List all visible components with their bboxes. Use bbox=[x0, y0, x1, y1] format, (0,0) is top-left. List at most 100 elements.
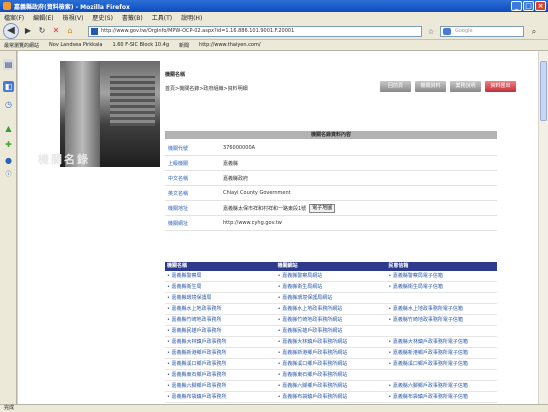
url-text: http://www.gov.tw/OrgInfo/MPW-OCP-02.asp… bbox=[101, 28, 295, 34]
menu-file[interactable]: 檔案(F) bbox=[4, 13, 24, 22]
stop-icon[interactable]: ✕ bbox=[50, 25, 62, 37]
agency-website-link[interactable]: • 嘉義縣新港鄉戶政事務所網站 bbox=[276, 348, 387, 358]
banner-window bbox=[110, 76, 155, 126]
addon-icon[interactable]: ✚ bbox=[3, 139, 14, 150]
bookmark-item[interactable]: Nov Landsea Pirkkala bbox=[49, 42, 102, 48]
mailbox-link[interactable]: • 嘉義縣大林鎮戶政事務所電子信箱 bbox=[386, 337, 497, 347]
info-row: 機關地址 嘉義縣太保市祥和村祥和一路東段1號 電子地圖 bbox=[165, 201, 497, 216]
url-input[interactable]: http://www.gov.tw/OrgInfo/MPW-OCP-02.asp… bbox=[88, 26, 422, 37]
mailbox-link[interactable]: • 嘉義縣警察局電子信箱 bbox=[386, 271, 497, 281]
website-link[interactable]: http://www.cyhg.gov.tw bbox=[223, 220, 282, 226]
agency-name-link[interactable]: • 嘉義縣溪口鄉戶政事務所 bbox=[165, 359, 276, 369]
agency-website-link[interactable]: • 嘉義縣大林鎮戶政事務所網站 bbox=[276, 337, 387, 347]
links-body: • 嘉義縣警察局 • 嘉義縣警察局網站 • 嘉義縣警察局電子信箱 • 嘉義縣衛生局 • … bbox=[165, 271, 497, 404]
banner-logo: 機關名錄 bbox=[38, 153, 90, 166]
bookmarks-panel-icon[interactable]: ◧ bbox=[3, 81, 14, 92]
table-row: • 嘉義縣大林鎮戶政事務所 • 嘉義縣大林鎮戶政事務所網站 • 嘉義縣大林鎮戶政事務… bbox=[165, 337, 497, 348]
agency-name-link[interactable]: • 嘉義縣布袋鎮戶政事務所 bbox=[165, 392, 276, 402]
table-row: • 嘉義縣新港鄉戶政事務所 • 嘉義縣新港鄉戶政事務所網站 • 嘉義縣新港鄉戶政事務… bbox=[165, 348, 497, 359]
minimize-button[interactable]: _ bbox=[511, 1, 522, 11]
agency-name-link[interactable]: • 嘉義縣六腳鄉戶政事務所 bbox=[165, 381, 276, 391]
bookmark-item[interactable]: http://www.thaiyen.com/ bbox=[199, 42, 260, 48]
info-label: 上級機關 bbox=[168, 160, 189, 167]
agency-name-link[interactable]: • 嘉義縣新港鄉戶政事務所 bbox=[165, 348, 276, 358]
menu-edit[interactable]: 編輯(E) bbox=[33, 13, 53, 22]
menu-history[interactable]: 歷史(S) bbox=[92, 13, 113, 22]
agency-name-link[interactable]: • 嘉義縣環境保護局 bbox=[165, 293, 276, 303]
forward-button[interactable]: ▶ bbox=[22, 25, 34, 37]
map-button[interactable]: 電子地圖 bbox=[309, 203, 336, 213]
links-header: 機關名稱 機關網站 民意信箱 bbox=[165, 262, 497, 271]
bookmark-star-icon[interactable]: ☆ bbox=[425, 26, 437, 38]
agency-website-link[interactable]: • 嘉義縣溪口鄉戶政事務所網站 bbox=[276, 359, 387, 369]
window-title: 嘉義縣政府(資料檢索) - Mozilla Firefox bbox=[14, 3, 130, 11]
agency-website-link[interactable]: • 嘉義縣衛生局網站 bbox=[276, 282, 387, 292]
table-row: • 嘉義縣東石鄉戶政事務所 • 嘉義縣東石鄉戶政事務所網站 bbox=[165, 370, 497, 381]
scrollbar-thumb[interactable] bbox=[540, 61, 547, 121]
globe-icon[interactable]: ● bbox=[3, 155, 14, 166]
status-text: 完成 bbox=[4, 405, 15, 411]
mailbox-link[interactable]: • 嘉義縣六腳鄉戶政事務所電子信箱 bbox=[386, 381, 497, 391]
back-page-button[interactable]: 回前頁 bbox=[380, 81, 411, 92]
info-icon[interactable]: ⓘ bbox=[3, 169, 14, 180]
agency-website-link[interactable]: • 嘉義縣警察局網站 bbox=[276, 271, 387, 281]
agency-website-link[interactable]: • 嘉義縣布袋鎮戶政事務所網站 bbox=[276, 392, 387, 402]
window-controls: _ □ × bbox=[511, 1, 546, 11]
agency-website-link[interactable]: • 嘉義縣東石鄉戶政事務所網站 bbox=[276, 370, 387, 380]
mailbox-link[interactable]: • 嘉義縣竹崎地政事務所電子信箱 bbox=[386, 315, 497, 325]
agency-name-link[interactable]: • 嘉義縣衛生局 bbox=[165, 282, 276, 292]
menu-view[interactable]: 檢視(V) bbox=[63, 13, 84, 22]
agency-website-link[interactable]: • 嘉義縣六腳鄉戶政事務所網站 bbox=[276, 381, 387, 391]
agency-name-link[interactable]: • 嘉義縣民雄戶政事務所 bbox=[165, 326, 276, 336]
bookmark-item[interactable]: 最常瀏覽的網站 bbox=[4, 42, 39, 49]
bookmark-item[interactable]: 新聞 bbox=[179, 42, 189, 49]
home-icon[interactable]: ⌂ bbox=[64, 25, 76, 37]
mailbox-link[interactable]: • 嘉義縣新港鄉戶政事務所電子信箱 bbox=[386, 348, 497, 358]
site-title: 機關名稱 bbox=[165, 72, 186, 78]
agency-name-link[interactable]: • 嘉義縣水上地政事務所 bbox=[165, 304, 276, 314]
agency-website-link[interactable]: • 嘉義縣竹崎地政事務所網站 bbox=[276, 315, 387, 325]
search-icon[interactable]: ⌕ bbox=[528, 26, 540, 38]
agency-website-link[interactable]: • 嘉義縣水上地政事務所網站 bbox=[276, 304, 387, 314]
mailbox-link[interactable]: • 嘉義縣布袋鎮戶政事務所電子信箱 bbox=[386, 392, 497, 402]
table-row: • 嘉義縣水上地政事務所 • 嘉義縣水上地政事務所網站 • 嘉義縣水上地政事務所電子… bbox=[165, 304, 497, 315]
business-info-button[interactable]: 業務說明 bbox=[450, 81, 481, 92]
table-row: • 嘉義縣環境保護局 • 嘉義縣環境保護局網站 bbox=[165, 293, 497, 304]
table-row: • 嘉義縣竹崎地政事務所 • 嘉義縣竹崎地政事務所網站 • 嘉義縣竹崎地政事務所電子… bbox=[165, 315, 497, 326]
agency-name-link[interactable]: • 嘉義縣大林鎮戶政事務所 bbox=[165, 337, 276, 347]
agency-name-link[interactable]: • 嘉義縣警察局 bbox=[165, 271, 276, 281]
mailbox-link[interactable]: • 嘉義縣水上地政事務所電子信箱 bbox=[386, 304, 497, 314]
info-value: Chiayi County Government bbox=[223, 190, 291, 196]
search-input[interactable]: Google bbox=[440, 26, 524, 37]
mailbox-link[interactable]: • 嘉義縣溪口鄉戶政事務所電子信箱 bbox=[386, 359, 497, 369]
table-row: • 嘉義縣溪口鄉戶政事務所 • 嘉義縣溪口鄉戶政事務所網站 • 嘉義縣溪口鄉戶政事務… bbox=[165, 359, 497, 370]
table-row: • 嘉義縣布袋鎮戶政事務所 • 嘉義縣布袋鎮戶政事務所網站 • 嘉義縣布袋鎮戶政事務… bbox=[165, 392, 497, 403]
agency-website-link[interactable]: • 嘉義縣環境保護局網站 bbox=[276, 293, 387, 303]
navigation-toolbar: ◀ ▶ ↻ ✕ ⌂ http://www.gov.tw/OrgInfo/MPW-… bbox=[0, 22, 548, 40]
info-row: 上級機關 嘉義縣 bbox=[165, 156, 497, 171]
history-icon[interactable]: ◷ bbox=[3, 99, 14, 110]
reload-icon[interactable]: ↻ bbox=[36, 25, 48, 37]
agency-name-link[interactable]: • 嘉義縣東石鄉戶政事務所 bbox=[165, 370, 276, 380]
mailbox-link bbox=[386, 293, 497, 303]
close-button[interactable]: × bbox=[535, 1, 546, 11]
export-data-button[interactable]: 資料匯出 bbox=[485, 81, 516, 92]
agency-website-link[interactable]: • 嘉義縣民雄戶政事務所網站 bbox=[276, 326, 387, 336]
breadcrumb[interactable]: 首頁>機關名錄>政府組織>資料明細 bbox=[165, 85, 248, 92]
search-engine-icon[interactable] bbox=[443, 28, 451, 35]
maximize-button[interactable]: □ bbox=[523, 1, 534, 11]
mailbox-link[interactable]: • 嘉義縣衛生局電子信箱 bbox=[386, 282, 497, 292]
vertical-scrollbar[interactable] bbox=[538, 51, 548, 404]
menu-bookmarks[interactable]: 書籤(B) bbox=[122, 13, 143, 22]
bookmark-item[interactable]: 1.60 F-SIC Block 10.4g bbox=[112, 42, 169, 48]
column-header: 民意信箱 bbox=[388, 263, 409, 269]
page-icon[interactable]: ▤ bbox=[3, 59, 14, 70]
info-label: 中文名稱 bbox=[168, 175, 189, 182]
up-arrow-icon[interactable]: ▲ bbox=[3, 123, 14, 134]
mailbox-link bbox=[386, 326, 497, 336]
agency-name-link[interactable]: • 嘉義縣竹崎地政事務所 bbox=[165, 315, 276, 325]
menu-tools[interactable]: 工具(T) bbox=[152, 13, 172, 22]
back-button[interactable]: ◀ bbox=[3, 23, 19, 39]
menu-help[interactable]: 說明(H) bbox=[181, 13, 202, 22]
agency-data-button[interactable]: 機關資料 bbox=[415, 81, 446, 92]
